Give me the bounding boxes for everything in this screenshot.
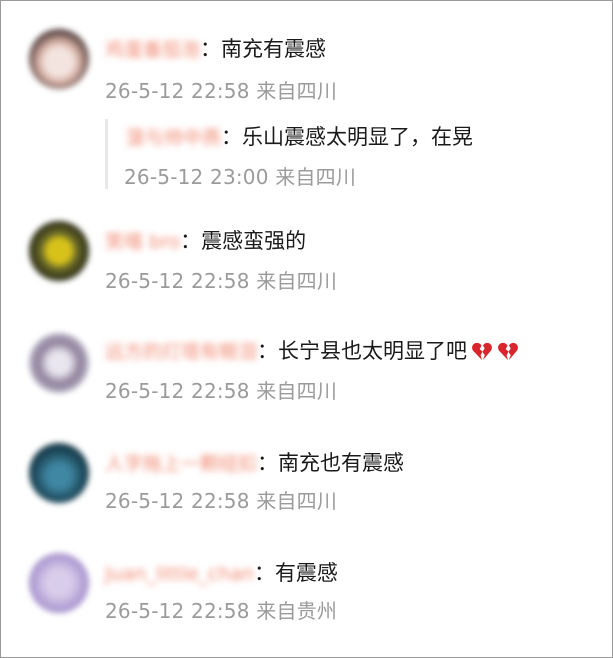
comment-time: 26-5-12 22:58 (105, 599, 250, 623)
username-link[interactable]: 鸡蛋番茄泡 (105, 39, 200, 61)
avatar[interactable] (29, 553, 89, 613)
username-link[interactable]: 远方的灯塔有眼泪 (105, 341, 257, 363)
reply-location: 来自四川 (275, 165, 357, 189)
comment-time: 26-5-12 22:58 (105, 79, 250, 103)
reply-time: 26-5-12 23:00 (124, 165, 269, 189)
comment-text: 震感蛮强的 (201, 229, 307, 253)
comment-location: 来自四川 (256, 79, 338, 103)
comment-text: 南充有震感 (221, 37, 327, 61)
username-link[interactable]: 人字拖上一颗纽扣 (105, 453, 257, 475)
comment-location: 来自四川 (256, 269, 338, 293)
comment-list: 鸡蛋番茄泡：南充有震感 26-5-12 22:58 来自四川 菠与帅中燕：乐山震… (0, 0, 613, 658)
broken-heart-emoji (498, 342, 518, 361)
comment-time: 26-5-12 22:58 (105, 379, 250, 403)
comment-text: 有震感 (274, 561, 338, 585)
avatar[interactable] (29, 221, 89, 281)
reply-text: 乐山震感太明显了，在晃 (242, 125, 474, 149)
comment-location: 来自四川 (256, 379, 338, 403)
avatar[interactable] (29, 29, 89, 89)
avatar[interactable] (29, 333, 89, 393)
reply-item: 菠与帅中燕：乐山震感太明显了，在晃 26-5-12 23:00 来自四川 (105, 119, 588, 189)
comment-text: 长宁县也太明显了吧 (278, 339, 468, 363)
username-link[interactable]: Juan_little_chan (105, 563, 254, 585)
reply-username-link[interactable]: 菠与帅中燕 (126, 127, 221, 149)
comment-text: 南充也有震感 (278, 451, 405, 475)
comment-time: 26-5-12 22:58 (105, 489, 250, 513)
broken-heart-emoji (472, 342, 492, 361)
comment-location: 来自贵州 (256, 599, 338, 623)
username-link[interactable]: 笑嘻 bro (105, 231, 180, 253)
avatar[interactable] (29, 443, 89, 503)
comment-time: 26-5-12 22:58 (105, 269, 250, 293)
comment-location: 来自四川 (256, 489, 338, 513)
